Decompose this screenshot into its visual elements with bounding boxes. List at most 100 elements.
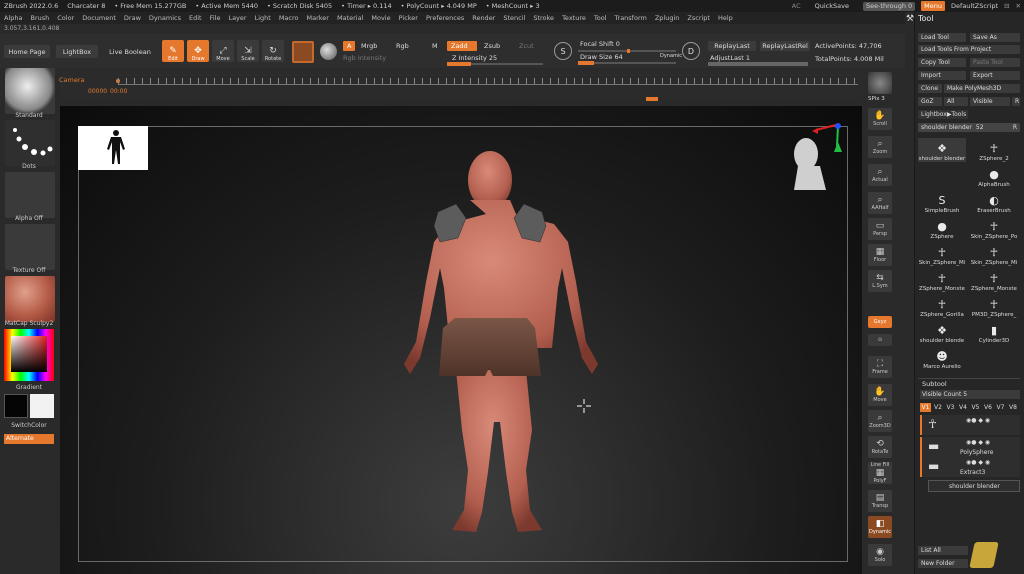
export-button[interactable]: Export xyxy=(970,71,1020,80)
menu-item-alpha[interactable]: Alpha xyxy=(4,14,22,22)
a-toggle[interactable]: A xyxy=(343,41,356,51)
spotlight-icon[interactable] xyxy=(320,43,337,60)
alternate-button[interactable]: Alternate xyxy=(4,434,54,444)
zsub-toggle[interactable]: Zsub xyxy=(484,42,500,50)
subtool-toggle-icons[interactable]: ◉● ◆ ◉ xyxy=(966,459,990,466)
menu-item-file[interactable]: File xyxy=(210,14,221,22)
material-swatch[interactable] xyxy=(292,41,314,63)
d-icon[interactable]: D xyxy=(682,42,700,60)
stroke-dots-slot[interactable] xyxy=(5,120,55,166)
menu-item-stroke[interactable]: Stroke xyxy=(533,14,554,22)
zcut-toggle[interactable]: Zcut xyxy=(519,42,534,50)
menu-item-edit[interactable]: Edit xyxy=(189,14,202,22)
z-intensity-slider[interactable] xyxy=(447,62,543,66)
menu-item-movie[interactable]: Movie xyxy=(371,14,390,22)
tool-thumbnail[interactable]: ❖ shoulder blende xyxy=(918,320,966,344)
adjust-last-slider[interactable] xyxy=(708,62,808,66)
spix-label[interactable]: SPix 3 xyxy=(868,96,885,102)
live-boolean-button[interactable]: Live Boolean xyxy=(104,45,156,58)
subtool-row[interactable]: ▬ ◉● ◆ ◉ PolySphere xyxy=(920,437,1020,457)
tool-thumbnail[interactable] xyxy=(918,164,966,188)
ac-label[interactable]: AC xyxy=(792,2,801,10)
lock-icon[interactable]: ⊙ xyxy=(868,334,892,346)
texture-slot[interactable] xyxy=(5,224,55,270)
tool-thumbnail[interactable]: ☥ PM3D_ZSphere_ xyxy=(970,294,1018,318)
scroll-button[interactable]: ✋ Scroll xyxy=(868,108,892,130)
save-as-button[interactable]: Save As xyxy=(970,33,1020,42)
goz-button[interactable]: GoZ xyxy=(918,97,942,106)
brush-standard-slot[interactable] xyxy=(5,68,55,114)
bpr-render-button[interactable] xyxy=(868,72,892,94)
mrgb-toggle[interactable]: Mrgb xyxy=(361,42,377,50)
menu-item-material[interactable]: Material xyxy=(337,14,363,22)
version-button-v4[interactable]: V4 xyxy=(958,403,969,412)
material-slot[interactable] xyxy=(5,276,55,322)
menu-button[interactable]: Menu xyxy=(921,1,946,11)
load-tool-button[interactable]: Load Tool xyxy=(918,33,966,42)
tool-thumbnail[interactable]: ☥ ZSphere_Monste xyxy=(970,268,1018,292)
switch-color-button[interactable]: SwitchColor xyxy=(0,422,58,429)
rgb-toggle[interactable]: Rgb xyxy=(396,42,409,50)
focal-shift-slider[interactable] xyxy=(578,49,676,53)
adjust-last-label[interactable]: AdjustLast 1 xyxy=(710,54,750,62)
floor-button[interactable]: ▦ Floor xyxy=(868,244,892,266)
current-tool-slider[interactable]: shoulder blender 52 R xyxy=(918,123,1020,132)
alpha-slot[interactable] xyxy=(5,172,55,218)
r-button[interactable]: R xyxy=(1012,97,1020,106)
main-color-swatch[interactable] xyxy=(4,394,28,418)
import-button[interactable]: Import xyxy=(918,71,966,80)
tool-thumbnail[interactable]: ▮ Cylinder3D xyxy=(970,320,1018,344)
zoom-button[interactable]: ⌕ Zoom xyxy=(868,136,892,158)
zoom3d-button[interactable]: ⌕ Zoom3D xyxy=(868,410,892,432)
all-button[interactable]: All xyxy=(944,97,968,106)
replay-last-rel-button[interactable]: ReplayLastRel xyxy=(760,41,810,51)
tool-thumbnail[interactable]: ☥ Skin_ZSphere_Mi xyxy=(918,242,966,266)
tool-thumbnail[interactable]: ◐ EraserBrush xyxy=(970,190,1018,214)
navigation-gizmo[interactable] xyxy=(786,122,848,194)
subtool-toggle-icons[interactable]: ◉● ◆ ◉ xyxy=(966,417,990,424)
tool-thumbnail[interactable]: ● ZSphere xyxy=(918,216,966,240)
subtool-row[interactable]: ▬ ◉● ◆ ◉ Extract3 xyxy=(920,457,1020,477)
secondary-color-swatch[interactable] xyxy=(30,394,54,418)
draw-size-slider[interactable] xyxy=(578,61,676,65)
rotate-view-button[interactable]: ⟲ RotaTe xyxy=(868,436,892,458)
timeline-track[interactable] xyxy=(118,84,858,85)
version-button-v1[interactable]: V1 xyxy=(920,403,931,412)
tool-thumbnail[interactable]: S SimpleBrush xyxy=(918,190,966,214)
clone-button[interactable]: Clone xyxy=(918,84,942,93)
edit-mode-button[interactable]: ✎ Edit xyxy=(162,40,184,62)
menu-item-dynamics[interactable]: Dynamics xyxy=(149,14,181,22)
copy-tool-button[interactable]: Copy Tool xyxy=(918,58,966,67)
draw-mode-button[interactable]: ✥ Draw xyxy=(187,40,209,62)
tool-thumbnail[interactable]: ☥ ZSphere_2 xyxy=(970,138,1018,162)
tool-thumbnail[interactable]: ● AlphaBrush xyxy=(970,164,1018,188)
menu-item-zscript[interactable]: Zscript xyxy=(687,14,710,22)
tool-menu-icon[interactable]: ⚒ xyxy=(906,14,914,24)
make-polymesh3d-button[interactable]: Make PolyMesh3D xyxy=(944,84,1020,93)
see-through-slider[interactable]: See-through 0 xyxy=(862,1,916,11)
gxyz-button[interactable]: Gxyz xyxy=(868,316,892,328)
default-zscript[interactable]: DefaultZScript xyxy=(951,2,998,10)
dynamic-toggle[interactable]: Dynamic xyxy=(660,53,682,59)
menu-item-color[interactable]: Color xyxy=(57,14,74,22)
visible-count-slider[interactable]: Visible Count 5 xyxy=(920,390,1020,399)
color-picker[interactable] xyxy=(4,329,54,381)
menu-item-document[interactable]: Document xyxy=(82,14,116,22)
collapse-icon[interactable]: ⊟ xyxy=(1004,2,1009,10)
tool-thumbnail[interactable]: ☥ ZSphere_Gorilla xyxy=(918,294,966,318)
quicksave-button[interactable]: QuickSave xyxy=(815,2,849,10)
version-button-v2[interactable]: V2 xyxy=(933,403,944,412)
new-folder-button[interactable]: New Folder xyxy=(918,559,968,568)
move-view-button[interactable]: ✋ Move xyxy=(868,384,892,406)
replay-last-button[interactable]: ReplayLast xyxy=(708,41,756,51)
navigator-thumbnail[interactable] xyxy=(78,126,148,170)
menu-item-help[interactable]: Help xyxy=(718,14,733,22)
tool-thumbnail[interactable]: ☻ Marco Aurelio xyxy=(918,346,966,370)
version-button-v3[interactable]: V3 xyxy=(945,403,956,412)
version-button-v8[interactable]: V8 xyxy=(1008,403,1019,412)
timeline-scroll-thumb[interactable] xyxy=(646,97,658,101)
paste-tool-button[interactable]: Paste Tool xyxy=(970,58,1020,67)
character-model[interactable] xyxy=(360,150,620,540)
menu-item-draw[interactable]: Draw xyxy=(124,14,141,22)
tool-thumbnail[interactable]: ☥ Skin_ZSphere_Po xyxy=(970,216,1018,240)
